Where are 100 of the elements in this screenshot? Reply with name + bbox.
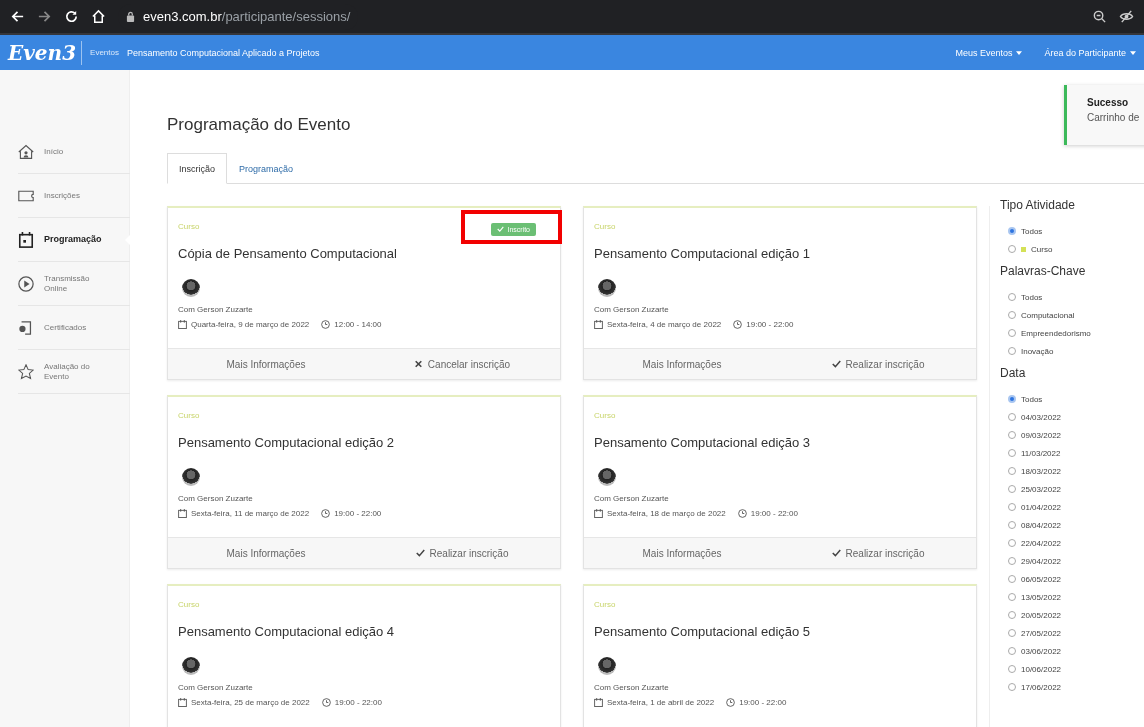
radio-button[interactable]: [1008, 629, 1016, 637]
radio-button[interactable]: [1008, 311, 1016, 319]
calendar-icon: [594, 698, 603, 707]
filter-option[interactable]: 22/04/2022: [1021, 538, 1062, 548]
avatar: [598, 657, 616, 675]
radio-button[interactable]: [1008, 647, 1016, 655]
calendar-icon: [594, 509, 603, 518]
clock-icon: [321, 698, 331, 707]
more-info-button[interactable]: Mais Informações: [584, 538, 780, 568]
filter-option[interactable]: Inovação: [1021, 346, 1054, 356]
logo[interactable]: Even3: [8, 40, 83, 65]
radio-button[interactable]: [1008, 485, 1016, 493]
radio-button[interactable]: [1008, 413, 1016, 421]
register-button[interactable]: Realizar inscrição: [780, 538, 976, 568]
more-info-button[interactable]: Mais Informações: [168, 538, 364, 568]
speaker-name: Com Gerson Zuzarte: [178, 305, 254, 314]
filter-option[interactable]: 18/03/2022: [1021, 466, 1062, 476]
nav-menu[interactable]: Meus Eventos: [955, 47, 1023, 58]
close-icon: [413, 360, 423, 368]
radio-button[interactable]: [1008, 539, 1016, 547]
sidebar-item[interactable]: Inscrições: [18, 174, 130, 218]
filter-option[interactable]: 29/04/2022: [1021, 556, 1062, 566]
toast-title: Sucesso: [1087, 97, 1130, 108]
sidebar-item[interactable]: Certificados: [18, 306, 130, 350]
filter-option[interactable]: 06/05/2022: [1021, 574, 1062, 584]
activity-type: Curso: [178, 410, 200, 420]
filter-option[interactable]: 11/03/2022: [1021, 448, 1061, 458]
speaker-name: Com Gerson Zuzarte: [594, 305, 670, 314]
radio-button[interactable]: [1008, 395, 1016, 403]
radio-button[interactable]: [1008, 521, 1016, 529]
session-time: 19:00 - 22:00: [334, 698, 382, 707]
filter-option[interactable]: 10/06/2022: [1021, 664, 1062, 674]
clock-icon: [321, 509, 331, 518]
home-icon[interactable]: [91, 9, 106, 24]
reload-icon[interactable]: [64, 9, 79, 24]
radio-button[interactable]: [1008, 227, 1016, 235]
session-date: Sexta-feira, 25 de março de 2022: [191, 698, 310, 707]
filter-title: Tipo Atividade: [1000, 198, 1076, 212]
filter-option[interactable]: Empreendedorismo: [1021, 328, 1091, 338]
more-info-button[interactable]: Mais Informações: [584, 349, 780, 379]
sidebar-item[interactable]: Programação: [18, 218, 130, 262]
filter-option[interactable]: Curso: [1031, 244, 1053, 254]
filter-option[interactable]: 04/03/2022: [1021, 412, 1062, 422]
register-button[interactable]: Realizar inscrição: [780, 349, 976, 379]
radio-button[interactable]: [1008, 665, 1016, 673]
tab[interactable]: Programação: [227, 153, 306, 184]
radio-button[interactable]: [1008, 449, 1016, 457]
radio-button[interactable]: [1008, 293, 1016, 301]
sidebar-item[interactable]: Avaliação do Evento: [18, 350, 130, 394]
filter-option[interactable]: 09/03/2022: [1021, 430, 1062, 440]
calendar-icon: [178, 320, 187, 329]
radio-button[interactable]: [1008, 575, 1016, 583]
toast-message: Carrinho de: [1087, 112, 1141, 123]
filter-option[interactable]: Computacional: [1021, 310, 1075, 320]
activity-type: Curso: [178, 221, 200, 231]
nav-menu[interactable]: Área do Participante: [1044, 47, 1136, 58]
session-date: Sexta-feira, 18 de março de 2022: [607, 509, 726, 518]
certificate-icon: [18, 319, 34, 336]
avatar: [182, 657, 200, 675]
filter-option[interactable]: 01/04/2022: [1021, 502, 1062, 512]
radio-button[interactable]: [1008, 503, 1016, 511]
filter-option[interactable]: Todos: [1021, 226, 1043, 236]
session-time: 19:00 - 22:00: [750, 509, 798, 518]
play-icon: [18, 275, 34, 292]
filter-option[interactable]: 17/06/2022: [1021, 682, 1062, 692]
filter-option[interactable]: Todos: [1021, 292, 1043, 302]
session-date: Quarta-feira, 9 de março de 2022: [191, 320, 310, 329]
radio-button[interactable]: [1008, 431, 1016, 439]
radio-button[interactable]: [1008, 245, 1016, 253]
register-button[interactable]: Realizar inscrição: [364, 538, 560, 568]
radio-button[interactable]: [1008, 557, 1016, 565]
activity-type: Curso: [594, 221, 616, 231]
radio-button[interactable]: [1008, 611, 1016, 619]
back-icon[interactable]: [10, 9, 25, 24]
filter-option[interactable]: Todos: [1021, 394, 1043, 404]
filter-option[interactable]: 25/03/2022: [1021, 484, 1062, 494]
sidebar-item[interactable]: Início: [18, 130, 130, 174]
filter-option[interactable]: 08/04/2022: [1021, 520, 1062, 530]
filter-option[interactable]: 20/05/2022: [1021, 610, 1062, 620]
forward-icon[interactable]: [37, 9, 52, 24]
radio-button[interactable]: [1008, 593, 1016, 601]
filter-option[interactable]: 13/05/2022: [1021, 592, 1062, 602]
filter-title: Palavras-Chave: [1000, 264, 1087, 278]
radio-button[interactable]: [1008, 467, 1016, 475]
radio-button[interactable]: [1008, 329, 1016, 337]
zoom-out-icon[interactable]: [1092, 9, 1107, 24]
eye-off-icon[interactable]: [1119, 9, 1134, 24]
filter-option[interactable]: 03/06/2022: [1021, 646, 1062, 656]
tab[interactable]: Inscrição: [167, 153, 227, 184]
radio-button[interactable]: [1008, 683, 1016, 691]
calendar-icon: [18, 231, 34, 248]
speaker-name: Com Gerson Zuzarte: [594, 494, 670, 503]
cancel-registration-button[interactable]: Cancelar inscrição: [364, 349, 560, 379]
check-icon: [415, 549, 425, 557]
more-info-button[interactable]: Mais Informações: [168, 349, 364, 379]
radio-button[interactable]: [1008, 347, 1016, 355]
session-date: Sexta-feira, 4 de março de 2022: [607, 320, 722, 329]
filter-option[interactable]: 27/05/2022: [1021, 628, 1062, 638]
sidebar-item[interactable]: Transmissão Online: [18, 262, 130, 306]
check-icon: [831, 549, 841, 557]
